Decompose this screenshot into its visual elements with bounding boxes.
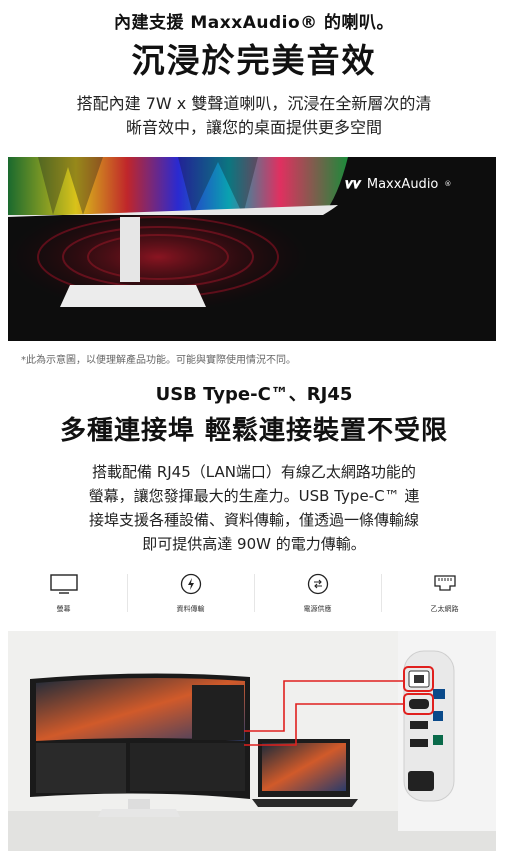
connectivity-desc-line: 即可提供高達 90W 的電力傳輸。 <box>142 535 366 553</box>
connectivity-description: 搭載配備 RJ45（LAN端口）有線乙太網路功能的 螢幕，讓您發揮最大的生產力。… <box>26 460 482 556</box>
monitor-icon <box>49 572 78 596</box>
maxxaudio-logo-text: MaxxAudio <box>366 176 439 192</box>
maxxaudio-waves-icon: 𝝂𝝂 <box>345 176 361 192</box>
feature-ethernet: 乙太網路 <box>381 572 508 616</box>
audio-hero-image: 𝝂𝝂 MaxxAudio ® <box>8 157 496 341</box>
connectivity-desc-line: 螢幕，讓您發揮最大的生產力。USB Type-C™ 連 <box>88 487 420 505</box>
audio-eyebrow: 內建支援 MaxxAudio® 的喇叭。 <box>113 13 395 33</box>
image-disclaimer: *此為示意圖，以便理解產品功能。可能與實際使用情況不同。 <box>21 355 296 366</box>
power-delivery-icon <box>307 572 329 596</box>
ethernet-icon <box>433 572 457 596</box>
audio-title: 沉浸於完美音效 <box>131 41 377 80</box>
audio-desc-line: 搭配內建 7W x 雙聲道喇叭，沉浸在全新層次的清 <box>76 94 432 113</box>
connectivity-desc-line: 接埠支援各種設備、資料傳輸，僅透過一條傳輸線 <box>88 511 419 529</box>
ports-illustration <box>8 631 496 851</box>
feature-label: 乙太網路 <box>430 605 459 613</box>
feature-label: 螢幕 <box>56 605 71 613</box>
connectivity-title: 多種連接埠 輕鬆連接裝置不受限 <box>59 416 449 446</box>
data-transfer-icon <box>180 572 202 596</box>
feature-power-delivery: 電源供應 <box>254 572 381 616</box>
connectivity-desc-line: 搭載配備 RJ45（LAN端口）有線乙太網路功能的 <box>92 463 416 481</box>
audio-desc-line: 晰音效中，讓您的桌面提供更多空間 <box>125 118 382 137</box>
feature-label: 資料傳輸 <box>176 605 205 613</box>
feature-label: 電源供應 <box>303 605 332 613</box>
connectivity-eyebrow: USB Type-C™、RJ45 <box>155 384 353 405</box>
maxxaudio-logo: 𝝂𝝂 MaxxAudio ® <box>345 176 451 192</box>
registered-mark: ® <box>444 180 452 188</box>
audio-description: 搭配內建 7W x 雙聲道喇叭，沉浸在全新層次的清 晰音效中，讓您的桌面提供更多… <box>24 92 484 140</box>
feature-data-transfer: 資料傳輸 <box>127 572 254 616</box>
feature-icons-row: 螢幕 資料傳輸 電源供應 乙太網路 <box>0 572 508 616</box>
connectivity-hero-image <box>8 631 496 851</box>
feature-monitor: 螢幕 <box>0 572 127 616</box>
